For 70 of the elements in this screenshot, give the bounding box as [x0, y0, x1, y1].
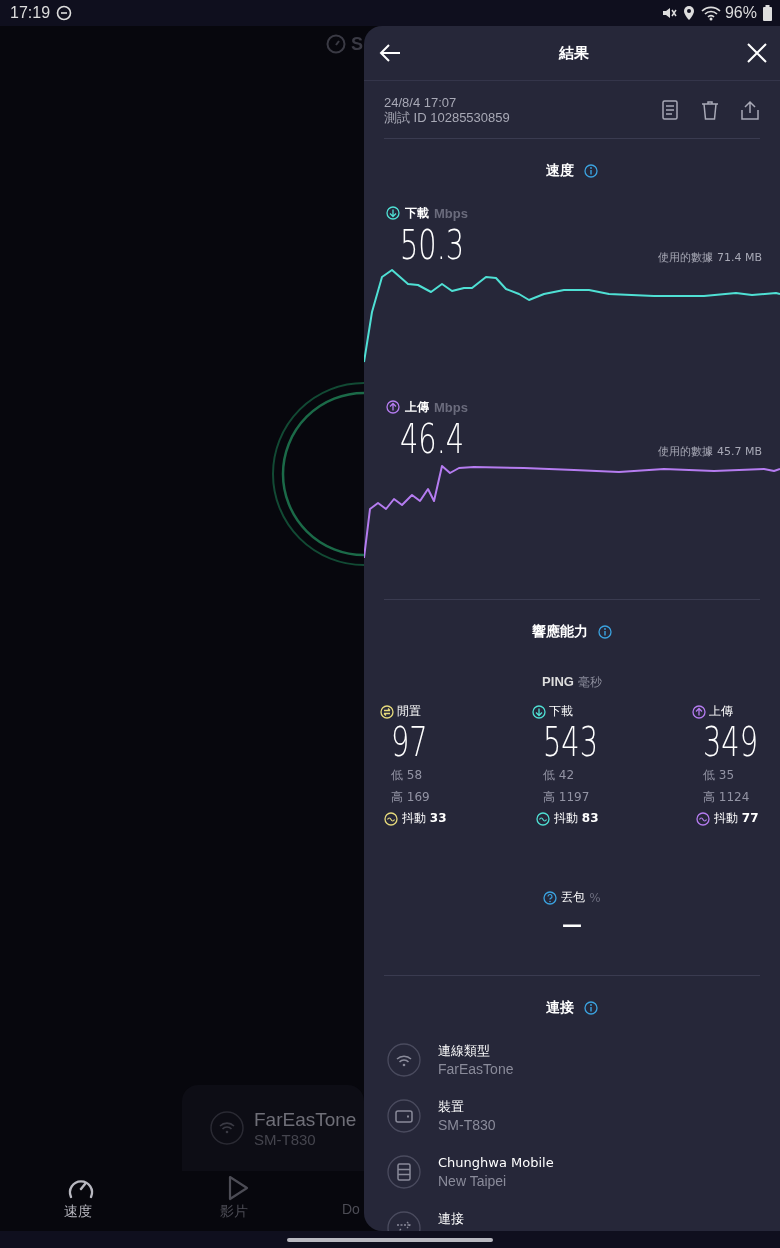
- ping-high: 高 1124: [702, 789, 751, 806]
- provider-name: FarEasTone: [254, 1108, 357, 1131]
- ping-high: 高 169: [390, 789, 431, 806]
- document-icon[interactable]: [660, 99, 680, 120]
- nav-tab[interactable]: Do: [342, 1171, 360, 1231]
- jitter-value: 抖動 33: [402, 810, 447, 827]
- connection-title: Chunghwa Mobile: [438, 1154, 554, 1172]
- packet-loss-value: —: [562, 912, 582, 936]
- ping-type-label: 上傳: [709, 703, 733, 720]
- share-icon[interactable]: [740, 99, 760, 120]
- panel-title: 結果: [559, 43, 589, 63]
- section-title: 響應能力: [532, 623, 588, 641]
- battery-icon: [763, 5, 772, 21]
- speed-unit: Mbps: [434, 205, 468, 221]
- section-title: 速度: [546, 162, 574, 180]
- connection-title: 連接: [438, 1210, 464, 1228]
- test-date: 24/8/4 17:07: [384, 94, 458, 110]
- do-not-disturb-icon: [56, 5, 73, 21]
- server-icon: [387, 1155, 421, 1189]
- info-icon[interactable]: [584, 1001, 598, 1015]
- nav-tab[interactable]: 影片: [156, 1171, 312, 1231]
- info-icon[interactable]: [598, 625, 612, 639]
- trash-icon[interactable]: [700, 99, 720, 120]
- speed-value: 50.3: [400, 223, 465, 267]
- speed-label: 上傳: [405, 398, 429, 416]
- wifi-icon: [210, 1111, 244, 1145]
- speed-unit: Mbps: [434, 399, 468, 415]
- gauge-icon: [326, 34, 346, 54]
- connection-detail: FarEasTone: [438, 1060, 514, 1078]
- ping-type-label: 下載: [549, 703, 573, 720]
- ping-type-label: 閒置: [397, 703, 421, 720]
- connection-detail: SM-T830: [438, 1116, 496, 1134]
- speed-label: 下載: [405, 204, 429, 222]
- location-icon: [682, 5, 695, 21]
- close-button[interactable]: [746, 42, 768, 64]
- device-name: SM-T830: [254, 1130, 317, 1148]
- connection-title: 裝置: [438, 1098, 465, 1116]
- wifi-icon: [700, 5, 721, 21]
- battery-level: 96%: [724, 4, 757, 22]
- test-id: 測試 ID 10285530859: [384, 109, 511, 125]
- data-used: 使用的數據 45.7 MB: [658, 444, 762, 460]
- status-time: 17:19: [10, 4, 51, 22]
- data-used: 使用的數據 71.4 MB: [658, 250, 762, 266]
- ping-low: 低 35: [702, 767, 736, 784]
- ping-low: 低 58: [390, 767, 424, 784]
- ping-low: 低 42: [542, 767, 576, 784]
- info-icon[interactable]: [584, 164, 598, 178]
- jitter-value: 抖動 83: [554, 810, 599, 827]
- connection-card[interactable]: FarEasTone SM-T830: [182, 1085, 364, 1171]
- ping-label: PING: [542, 674, 574, 689]
- tablet-icon: [387, 1099, 421, 1133]
- home-indicator[interactable]: [287, 1237, 493, 1242]
- start-button-ring[interactable]: [271, 380, 364, 567]
- ping-high: 高 1197: [542, 789, 591, 806]
- back-button[interactable]: [378, 43, 402, 63]
- mute-icon: [660, 5, 677, 21]
- ping-value: 349: [703, 720, 758, 764]
- ping-value: 543: [543, 720, 598, 764]
- connection-title: 連線類型: [438, 1042, 491, 1060]
- packet-loss-unit: %: [589, 890, 601, 905]
- help-icon[interactable]: [543, 890, 558, 905]
- ping-value: 97: [391, 720, 428, 764]
- nav-tab[interactable]: 速度: [0, 1171, 156, 1231]
- connection-detail: New Taipei: [438, 1172, 508, 1190]
- section-title: 連接: [546, 999, 574, 1017]
- ping-unit: 毫秒: [577, 674, 602, 691]
- packet-loss-label: 丟包: [561, 889, 586, 906]
- jitter-value: 抖動 77: [714, 810, 759, 827]
- speed-value: 46.4: [400, 417, 465, 461]
- wifi-icon: [387, 1043, 421, 1077]
